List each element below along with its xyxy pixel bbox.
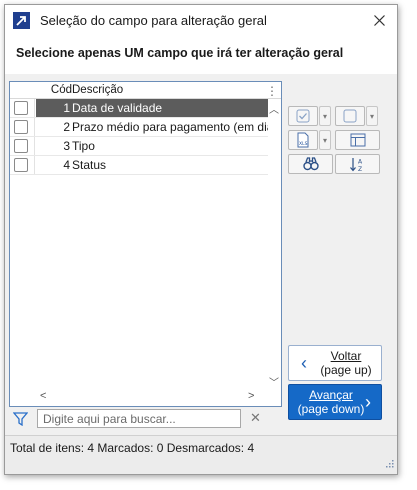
status-bar: Total de itens: 4 Marcados: 0 Desmarcado…: [5, 435, 397, 474]
vertical-scrollbar[interactable]: ︿ ﹀: [268, 99, 281, 389]
cell-cod: 4: [63, 158, 70, 172]
cell-cod: 3: [63, 139, 70, 153]
check-all-dropdown[interactable]: ▾: [319, 106, 331, 126]
scroll-down-icon[interactable]: ﹀: [269, 374, 279, 389]
column-header-descricao[interactable]: Descrição: [72, 84, 123, 96]
row-checkbox[interactable]: [14, 139, 28, 153]
fields-grid: Cód Descrição ⋮ 1 Data de validade 2 Pra…: [9, 81, 282, 407]
check-all-button[interactable]: [288, 106, 318, 126]
next-button[interactable]: Avançar (page down) ›: [288, 384, 382, 420]
back-button-shortcut: (page up): [320, 363, 372, 377]
close-button[interactable]: [367, 9, 391, 31]
row-checkbox[interactable]: [14, 101, 28, 115]
close-icon: [373, 14, 385, 26]
check-all-icon: [296, 109, 310, 123]
scroll-left-icon[interactable]: <: [40, 390, 46, 402]
svg-text:Z: Z: [358, 166, 362, 172]
find-button[interactable]: [288, 154, 333, 174]
search-bar: ✕: [9, 407, 267, 431]
status-text: Total de itens: 4 Marcados: 0 Desmarcado…: [10, 441, 255, 455]
instruction-text: Selecione apenas UM campo que irá ter al…: [5, 36, 397, 74]
table-row[interactable]: 4 Status: [10, 156, 268, 175]
back-button-label: Voltar: [330, 349, 362, 363]
app-arrow-icon: [13, 12, 30, 29]
column-header-cod[interactable]: Cód: [38, 84, 72, 96]
row-checkbox[interactable]: [14, 158, 28, 172]
cell-descricao: Status: [72, 158, 107, 172]
scroll-up-icon[interactable]: ︿: [269, 101, 279, 116]
title-bar: Seleção do campo para alteração geral: [5, 5, 397, 36]
horizontal-scrollbar[interactable]: < >: [10, 389, 281, 406]
export-xls-button[interactable]: XLS: [288, 130, 318, 150]
sort-az-button[interactable]: AZ: [335, 154, 380, 174]
chevron-right-icon: ›: [365, 392, 371, 412]
uncheck-all-dropdown[interactable]: ▾: [366, 106, 378, 126]
cell-cod: 1: [36, 99, 70, 117]
cell-cod: 2: [63, 120, 70, 134]
row-checkbox[interactable]: [14, 120, 28, 134]
search-input[interactable]: [37, 409, 241, 428]
svg-text:XLS: XLS: [299, 141, 308, 147]
column-menu-icon[interactable]: ⋮: [265, 82, 279, 99]
table-row[interactable]: 2 Prazo médio para pagamento (em dias): [10, 118, 268, 137]
layout-button[interactable]: [335, 130, 380, 150]
table-row[interactable]: 3 Tipo: [10, 137, 268, 156]
filter-icon[interactable]: [12, 412, 29, 429]
scroll-right-icon[interactable]: >: [248, 390, 254, 402]
table-row[interactable]: 1 Data de validade: [10, 99, 268, 118]
next-button-shortcut: (page down): [297, 402, 365, 416]
next-button-label: Avançar: [309, 388, 353, 402]
cell-descricao: Data de validade: [70, 99, 268, 117]
grid-header: Cód Descrição ⋮: [10, 82, 281, 99]
export-dropdown[interactable]: ▾: [319, 130, 331, 150]
back-button[interactable]: ‹ Voltar (page up): [288, 345, 382, 381]
svg-text:A: A: [358, 158, 363, 165]
uncheck-all-icon: [343, 109, 357, 123]
dialog-window: Seleção do campo para alteração geral Se…: [4, 4, 398, 475]
window-title: Seleção do campo para alteração geral: [40, 13, 267, 28]
sort-az-icon: AZ: [349, 157, 363, 172]
find-icon: [302, 157, 319, 171]
uncheck-all-button[interactable]: [335, 106, 365, 126]
cell-descricao: Tipo: [72, 139, 95, 153]
layout-icon: [350, 133, 365, 147]
cell-descricao: Prazo médio para pagamento (em dias): [72, 120, 268, 134]
export-xls-icon: XLS: [297, 132, 309, 148]
resize-grip-icon[interactable]: [385, 457, 394, 471]
clear-search-icon[interactable]: ✕: [250, 410, 261, 426]
